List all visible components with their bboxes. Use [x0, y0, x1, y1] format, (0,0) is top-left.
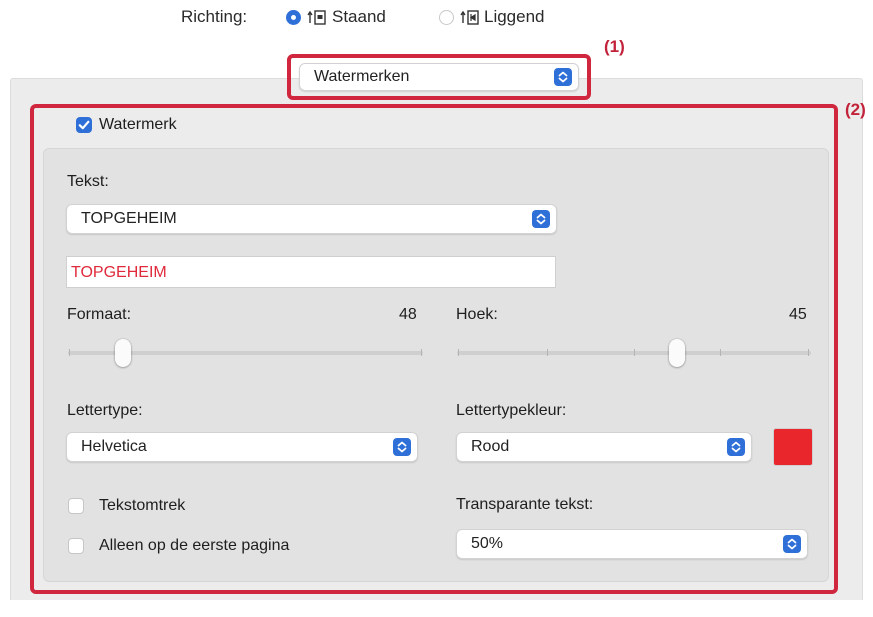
orientation-portrait-radio[interactable]	[286, 10, 301, 25]
portrait-icon	[307, 9, 327, 30]
orientation-label: Richting:	[181, 7, 248, 26]
bottom-margin	[0, 600, 873, 617]
orientation-portrait-label: Staand	[332, 7, 386, 26]
orientation-landscape-radio[interactable]	[439, 10, 454, 25]
landscape-icon	[460, 9, 480, 30]
annotation-box-1	[287, 54, 591, 100]
orientation-landscape-label: Liggend	[484, 7, 545, 26]
annotation-label-1: (1)	[604, 37, 625, 56]
annotation-label-2: (2)	[845, 100, 866, 119]
annotation-box-2	[30, 104, 838, 594]
